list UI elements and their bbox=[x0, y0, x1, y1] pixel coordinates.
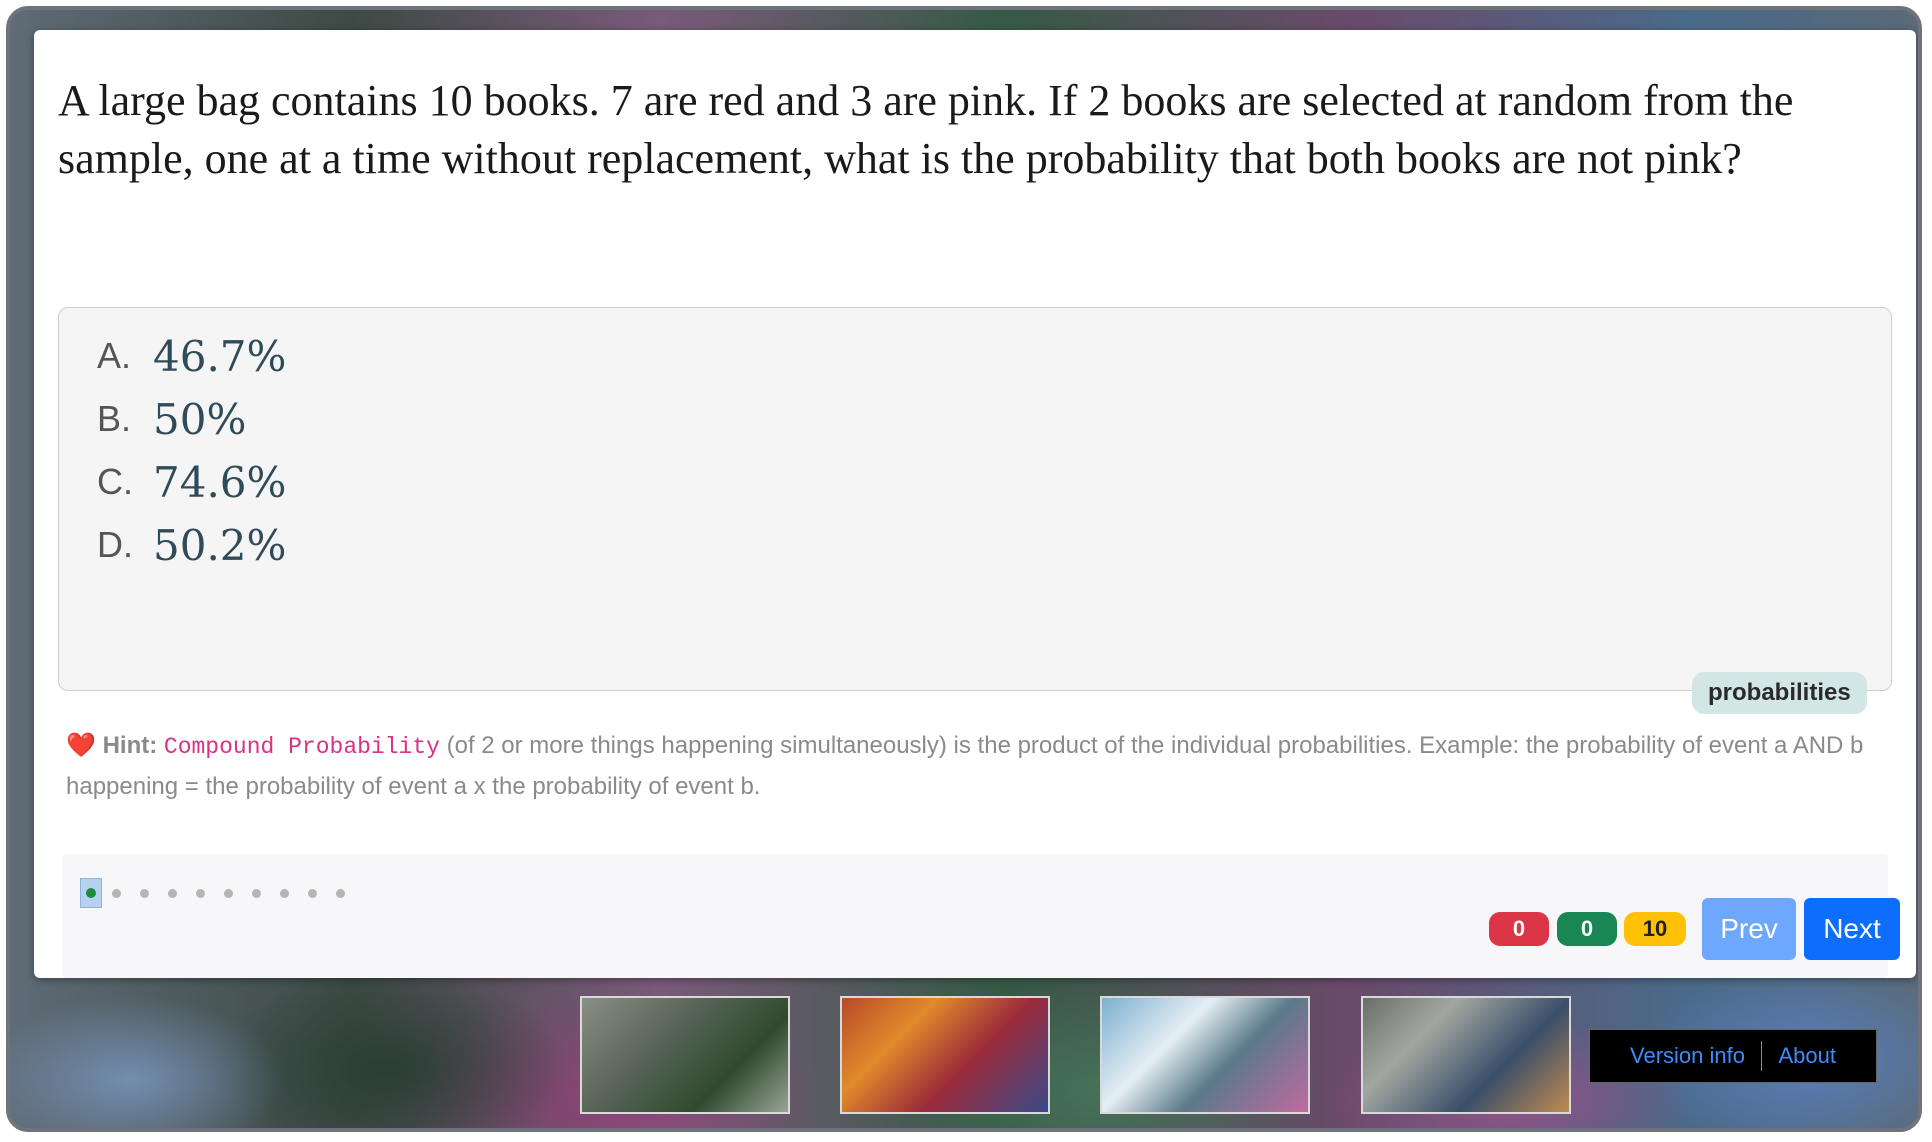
choice-letter: C. bbox=[97, 461, 133, 502]
choice-value: 46.7% bbox=[153, 331, 287, 381]
progress-dot[interactable] bbox=[280, 888, 289, 898]
progress-dots bbox=[80, 878, 364, 908]
background-thumbnail[interactable] bbox=[840, 996, 1050, 1114]
heart-icon: ❤️ bbox=[66, 732, 96, 759]
progress-dot[interactable] bbox=[196, 888, 205, 898]
progress-dot bbox=[86, 888, 96, 898]
quiz-card: A large bag contains 10 books. 7 are red… bbox=[34, 30, 1916, 978]
wrong-count-badge: 0 bbox=[1489, 912, 1549, 946]
hint-text: ❤️ Hint: Compound Probability (of 2 or m… bbox=[66, 726, 1900, 806]
remaining-count-badge: 10 bbox=[1624, 912, 1686, 946]
progress-dot[interactable] bbox=[252, 888, 261, 898]
hint-label: Hint: bbox=[102, 732, 158, 759]
choice-value: 50.2% bbox=[153, 520, 287, 570]
choice-value: 74.6% bbox=[153, 457, 287, 507]
choice-letter: B. bbox=[97, 398, 132, 439]
progress-dot[interactable] bbox=[224, 888, 233, 898]
answer-choices: A. 46.7% B. 50% C. 74.6% D. 50.2% bbox=[58, 307, 1892, 691]
app-window: A large bag contains 10 books. 7 are red… bbox=[6, 6, 1922, 1132]
progress-dot[interactable] bbox=[140, 888, 149, 898]
progress-dot-current[interactable] bbox=[80, 878, 102, 908]
choice-value: 50% bbox=[153, 394, 247, 444]
quiz-footer: 0 0 10 Prev Next bbox=[62, 854, 1900, 978]
background-thumbnail[interactable] bbox=[580, 996, 790, 1114]
choice-b[interactable]: B. 50% bbox=[97, 391, 246, 447]
correct-count-badge: 0 bbox=[1557, 912, 1617, 946]
prev-button[interactable]: Prev bbox=[1702, 898, 1796, 960]
topic-tag: probabilities bbox=[1692, 672, 1867, 714]
choice-c[interactable]: C. 74.6% bbox=[97, 454, 286, 510]
progress-dot[interactable] bbox=[112, 888, 121, 898]
choice-d[interactable]: D. 50.2% bbox=[97, 517, 286, 573]
hint-term: Compound Probability bbox=[163, 734, 440, 760]
progress-dot[interactable] bbox=[336, 888, 345, 898]
question-text: A large bag contains 10 books. 7 are red… bbox=[58, 76, 1794, 183]
background-thumbnail[interactable] bbox=[1100, 996, 1310, 1114]
choice-letter: A. bbox=[97, 335, 132, 376]
progress-dot[interactable] bbox=[308, 888, 317, 898]
next-button[interactable]: Next bbox=[1804, 898, 1900, 960]
footer-links: Version info About bbox=[1589, 1029, 1877, 1083]
version-info-link[interactable]: Version info bbox=[1614, 1043, 1761, 1069]
progress-dot[interactable] bbox=[168, 888, 177, 898]
about-link[interactable]: About bbox=[1762, 1043, 1852, 1069]
background-thumbnail[interactable] bbox=[1361, 996, 1571, 1114]
choice-a[interactable]: A. 46.7% bbox=[97, 328, 286, 384]
choice-letter: D. bbox=[97, 524, 133, 565]
